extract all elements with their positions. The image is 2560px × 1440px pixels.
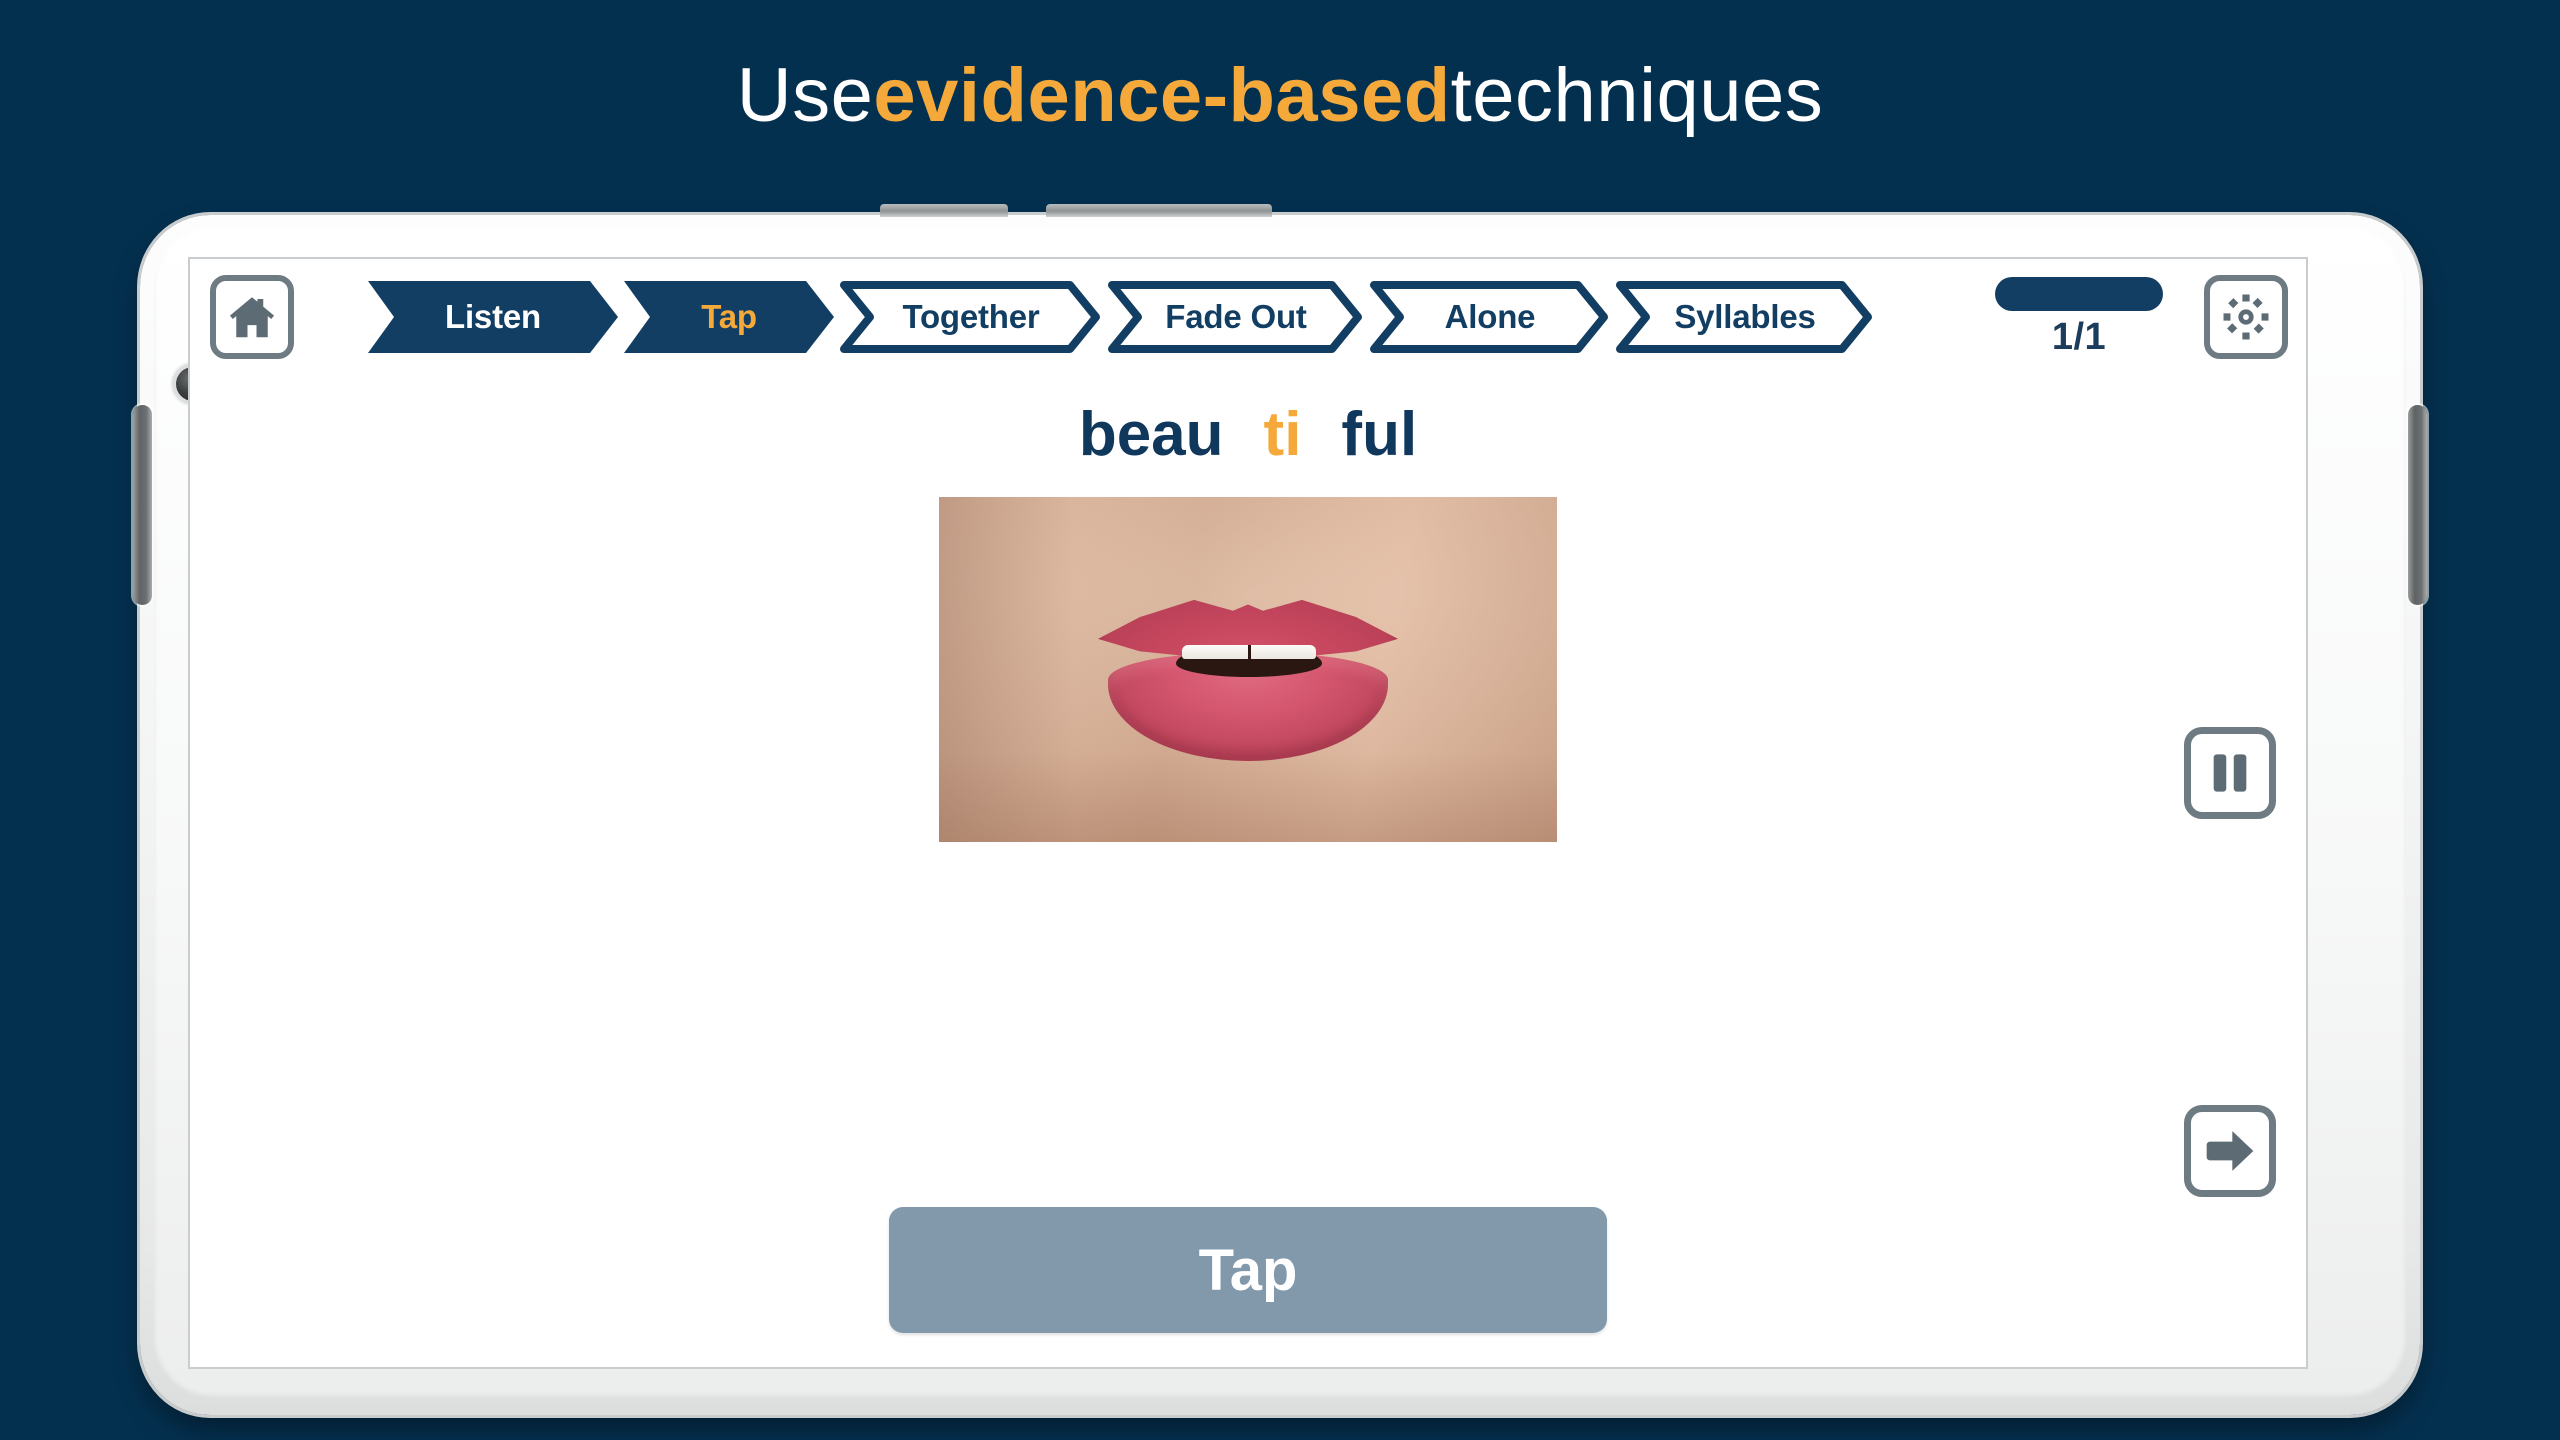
volume-button[interactable] xyxy=(880,204,1008,217)
gear-icon xyxy=(2223,294,2269,340)
settings-button[interactable] xyxy=(2204,275,2288,359)
shadow-bottom xyxy=(939,752,1557,842)
teeth-seam xyxy=(1248,644,1251,671)
step-breadcrumb: Listen Tap Together Fade Out Alone Sylla… xyxy=(368,281,1874,353)
syllable-2[interactable]: ful xyxy=(1339,399,1419,470)
breadcrumb-label: Listen xyxy=(445,298,541,335)
next-button[interactable] xyxy=(2184,1105,2276,1197)
breadcrumb-label: Fade Out xyxy=(1165,298,1307,335)
breadcrumb-step-together[interactable]: Together xyxy=(840,281,1102,353)
syllable-1[interactable]: ti xyxy=(1262,399,1304,470)
home-button[interactable] xyxy=(210,275,294,359)
headline-part-2: techniques xyxy=(1450,52,1824,138)
arrow-right-icon xyxy=(2206,1131,2254,1171)
breadcrumb-label: Tap xyxy=(701,298,757,335)
progress-bar xyxy=(1995,277,2163,311)
app-topbar: Listen Tap Together Fade Out Alone Sylla… xyxy=(190,259,2306,377)
breadcrumb-label: Alone xyxy=(1444,298,1536,335)
breadcrumb-step-syllables[interactable]: Syllables xyxy=(1616,281,1874,353)
progress-indicator: 1/1 xyxy=(1990,277,2168,359)
breadcrumb-step-alone[interactable]: Alone xyxy=(1370,281,1610,353)
tap-action-label: Tap xyxy=(1198,1237,1298,1303)
power-button[interactable] xyxy=(1046,204,1272,217)
lips xyxy=(1098,575,1398,765)
mouth-video[interactable] xyxy=(939,497,1557,842)
app-screen: Listen Tap Together Fade Out Alone Sylla… xyxy=(188,257,2308,1369)
breadcrumb-label: Together xyxy=(902,298,1040,335)
phone-mockup: Listen Tap Together Fade Out Alone Sylla… xyxy=(133,204,2427,1415)
pause-icon xyxy=(2213,754,2247,792)
breadcrumb-step-fade-out[interactable]: Fade Out xyxy=(1108,281,1364,353)
target-word: beau ti ful xyxy=(190,399,2306,470)
progress-count: 1/1 xyxy=(2051,316,2107,358)
headline-part-1: Use xyxy=(736,52,874,138)
syllable-0[interactable]: beau xyxy=(1077,399,1226,470)
page-headline: Use evidence-based techniques xyxy=(0,0,2560,190)
home-icon xyxy=(229,297,275,338)
headline-accent: evidence-based xyxy=(873,52,1451,138)
breadcrumb-step-listen[interactable]: Listen xyxy=(368,281,618,353)
breadcrumb-step-tap[interactable]: Tap xyxy=(624,281,834,353)
breadcrumb-label: Syllables xyxy=(1674,298,1816,335)
pause-button[interactable] xyxy=(2184,727,2276,819)
side-button-right[interactable] xyxy=(2408,405,2427,605)
tap-action-button[interactable]: Tap xyxy=(889,1207,1607,1333)
side-button-left[interactable] xyxy=(133,405,152,605)
